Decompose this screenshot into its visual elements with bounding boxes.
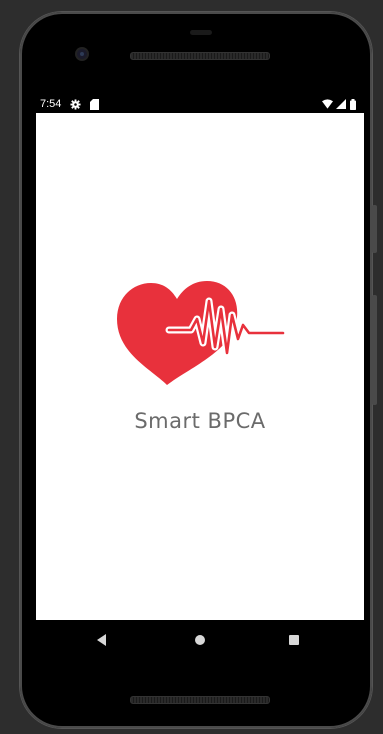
volume-button: [372, 205, 377, 253]
status-time: 7:54: [40, 98, 62, 110]
bottom-speaker: [130, 696, 270, 704]
recents-icon[interactable]: [286, 632, 302, 648]
home-icon[interactable]: [192, 632, 208, 648]
gear-icon: [70, 99, 81, 110]
sd-card-icon: [90, 99, 99, 110]
navigation-bar: [36, 620, 364, 660]
back-icon[interactable]: [94, 632, 110, 648]
status-bar: 7:54: [36, 96, 364, 113]
front-camera: [77, 49, 87, 59]
power-button: [372, 295, 377, 405]
heart-pulse-logo: [117, 281, 287, 385]
splash-screen: Smart BPCA: [36, 113, 364, 620]
earpiece-speaker: [130, 52, 270, 60]
app-name: Smart BPCA: [134, 409, 266, 433]
top-sensor: [190, 30, 212, 35]
device-frame: 7:54 Smart BPCA: [0, 0, 383, 734]
wifi-icon: [322, 99, 333, 109]
signal-icon: [336, 99, 346, 109]
battery-icon: [350, 99, 356, 110]
